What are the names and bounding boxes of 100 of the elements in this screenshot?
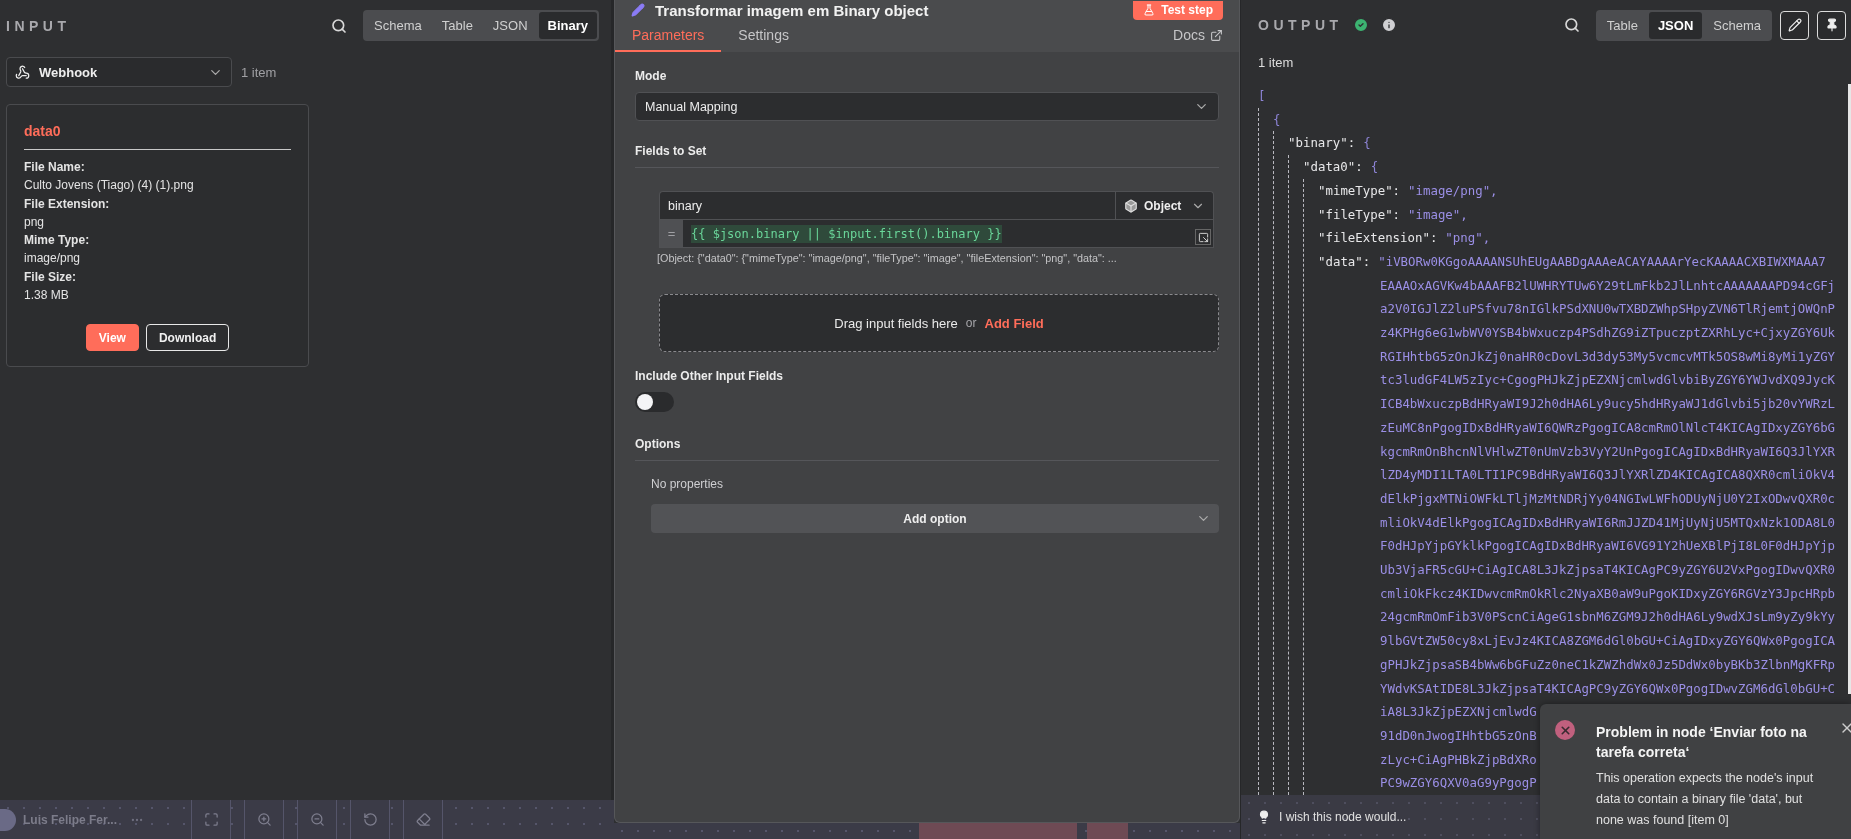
expression-text: {{ $json.binary || $input.first().binary }} — [691, 224, 1002, 243]
section-title: Fields to Set — [635, 144, 707, 158]
json-value: dElkPjgxMTNiOWFkLTljMzMtNDRjYy04NGIwLWFhODUyNjU0Y2IxODwvQXR0c — [1380, 490, 1836, 506]
mode-select[interactable]: Manual Mapping — [635, 92, 1219, 121]
fit-view-button[interactable] — [191, 800, 232, 839]
expression-field[interactable]: = {{ $json.binary || $input.first().binary }} — [659, 219, 1214, 248]
json-key: "mimeType": — [1318, 178, 1401, 203]
view-tab[interactable]: JSON — [483, 12, 537, 39]
json-value: PC9wZGY6QXV0aG9yPgogP — [1380, 775, 1537, 791]
error-icon — [1555, 720, 1575, 740]
json-bracket: { — [1370, 158, 1379, 177]
drop-zone-separator: or — [965, 316, 977, 330]
add-option-button[interactable]: Add option — [651, 504, 1219, 533]
lightbulb-icon — [1257, 810, 1271, 824]
json-value: zEuMC8nPgogIDxBdHRyaWI6QWRzPgogICA8cmRmOlNlcT4KICAgIDxyZGY6bG — [1380, 419, 1836, 435]
view-tab[interactable]: Table — [1597, 11, 1647, 39]
field-name-input[interactable]: binary — [659, 191, 1116, 219]
item-count: 1 item — [1258, 55, 1295, 70]
json-value: 24gcmRmOmFib3V0PScnCiAgeG1sbnM6ZGM9J2h0dHA6Ly9wdXJsLm9yZy9kYy — [1380, 609, 1836, 625]
field-label: Mime Type: — [24, 232, 91, 250]
feedback-prompt: I wish this node would... — [1279, 810, 1407, 824]
json-value: YWdvKSAtIDE8L3JkZjpsaT4KICAgPC9yZGY6QWx0PgogIDwvZGM6dGl0bGU+C — [1380, 680, 1836, 696]
field-label: File Size: — [24, 268, 77, 286]
tab[interactable]: Settings — [721, 27, 806, 52]
json-bracket: { — [1273, 110, 1281, 129]
cube-icon — [1124, 198, 1138, 213]
node-title: Transformar imagem em Binary object — [655, 1, 929, 19]
json-value: "png", — [1445, 229, 1491, 248]
json-key: "data": — [1318, 249, 1371, 274]
view-tab[interactable]: Binary — [538, 12, 597, 39]
drop-zone-text: Drag input fields here — [834, 315, 958, 331]
panel-title: INPUT — [6, 17, 71, 34]
canvas-node[interactable] — [919, 823, 1077, 839]
json-value: "iVBORw0KGgoAAAANSUhEUgAABDgAAAeACAYAAAArYecKAAAACXBIWXMAAA7 — [1378, 252, 1826, 271]
type-select[interactable]: Object — [1116, 191, 1214, 219]
section-title: Options — [635, 437, 681, 451]
zoom-in-icon — [256, 812, 272, 827]
edit-button[interactable] — [1780, 10, 1809, 40]
scrollbar[interactable] — [1848, 84, 1851, 694]
field-value: image/png — [24, 250, 82, 268]
empty-text: No properties — [651, 477, 725, 491]
view-tab[interactable]: JSON — [1648, 11, 1703, 39]
item-count: 1 item — [241, 64, 277, 80]
pin-icon — [1824, 18, 1839, 32]
json-value: tc3ludGF4LW5zIyc+CgogPHJkZjpEZXNjcmlwdGlvbiByZGY6YWJvdXQ9JycK — [1380, 372, 1836, 388]
panel-title: OUTPUT — [1258, 17, 1343, 33]
json-value: ICB4bWxuczpBdHRyaWI9J2h0dHA6Ly9ucy5hdHRyaWJ1dGlvbi5jb20vYWRzL — [1380, 396, 1836, 412]
json-value: cmliOkFkcz4KIDwvcmRmOkRlc2NyaXB0aW9uPgoKIDxyZGY6RGVzY3JpcHRpb — [1380, 585, 1836, 601]
json-value: "image", — [1408, 205, 1468, 224]
json-value: mliOkV4dElkPgogICAgIDxBdHRyaWI6RmJJZD41MjUyNjU5MTQxNzk1ODA8L0 — [1380, 514, 1836, 530]
view-tab[interactable]: Schema — [365, 12, 431, 39]
json-value: 91dD0nJwogIHhtbG5zOnB — [1380, 728, 1537, 743]
success-icon — [1352, 17, 1369, 33]
json-value: gPHJkZjpsaSB4bWw6bGFuZz0neC1kZWZhdWx0Jz5DdWx0byBKb3ZlbnMgKFRp — [1380, 656, 1836, 672]
user-name: Luis Felipe Fer... — [23, 812, 118, 827]
external-link-icon — [1210, 28, 1223, 42]
field-value: 1.38 MB — [24, 287, 70, 305]
field-label: File Name: — [24, 159, 86, 176]
fit-view-icon — [203, 812, 219, 827]
docs-link[interactable]: Docs — [1173, 27, 1223, 43]
json-bracket: { — [1363, 134, 1371, 153]
toggle-switch[interactable] — [635, 392, 674, 412]
json-value: EAAAOxAGVKw4bAAAFB2lUWHRYTUw6Y29tLmFkb2JlLnhtcAAAAAAAPD94cGFj — [1380, 277, 1836, 293]
json-value: Ub3VjaFR5cGU+CiAgICA8L3JkZjpsaT4KICAgPC9yZGY6U2VxPgogIDwvQXR0 — [1380, 562, 1836, 578]
json-value: RGIHhtbG5zOnJkZj0naHR0cDovL3d3dy53My5vcmcvMTk5OS8wMi8yMi1yZGY — [1380, 348, 1836, 364]
info-icon[interactable] — [1380, 17, 1397, 33]
json-value: 9lbGVtZW50cy8xLjEvJz4KICA8ZGM6dGl0bGU+CiAgIDxyZGY6QWx0PgogICA — [1380, 633, 1836, 649]
zoom-in-button[interactable] — [244, 800, 285, 839]
view-tab[interactable]: Schema — [1704, 11, 1770, 39]
pencil-icon — [1787, 18, 1802, 32]
json-value: F0dHJpYjpGYklkPgogICAgIDxBdHRyaWI6VG91Y2hUeXBlPjI8L0F0dHJpYjp — [1380, 538, 1836, 554]
json-value: lZD4yMDI1LTA0LTI1PC9BdHRyaWI6Q3JlYXRlZD4KICAgICA8QXR0cmliOkV4 — [1380, 467, 1836, 483]
json-bracket: [ — [1258, 87, 1266, 105]
equals-sign: = — [660, 220, 683, 247]
add-field-link[interactable]: Add Field — [984, 315, 1044, 331]
eraser-icon — [415, 812, 431, 827]
json-value: z4KPHg6eG1wbWV0YSB4bWxuczp4PSdhZG9iZTpuczptZXRhLyc+CjxyZGY6Uk — [1380, 325, 1836, 341]
undo-button[interactable] — [350, 800, 391, 839]
json-key: "fileExtension": — [1318, 226, 1438, 250]
zoom-out-button[interactable] — [297, 800, 338, 839]
avatar — [0, 808, 16, 831]
json-value: zLyc+CiAgPHBkZjpBdXRo — [1380, 751, 1537, 767]
feedback-bar[interactable]: I wish this node would... — [1241, 795, 1541, 839]
eraser-button[interactable] — [403, 800, 444, 839]
expand-button[interactable] — [1195, 229, 1211, 245]
tab[interactable]: Parameters — [615, 27, 722, 52]
field-label: Include Other Input Fields — [635, 369, 784, 383]
field-label: File Extension: — [24, 195, 111, 213]
view-tab[interactable]: Table — [432, 12, 482, 39]
canvas-node[interactable] — [1087, 823, 1128, 839]
download-button[interactable]: Download — [145, 324, 230, 352]
json-key: "binary": — [1288, 131, 1356, 156]
file-title: data0 — [24, 123, 291, 150]
webhook-icon — [15, 64, 30, 80]
toast-message: This operation expects the node's input data to contain a binary file 'data', but none was found [item 0] — [1596, 770, 1815, 829]
pin-button[interactable] — [1817, 10, 1846, 40]
expand-icon — [1197, 231, 1209, 243]
field-label: Mode — [635, 69, 668, 83]
pencil-icon — [631, 3, 645, 17]
source-select[interactable]: Webhook — [6, 57, 232, 87]
